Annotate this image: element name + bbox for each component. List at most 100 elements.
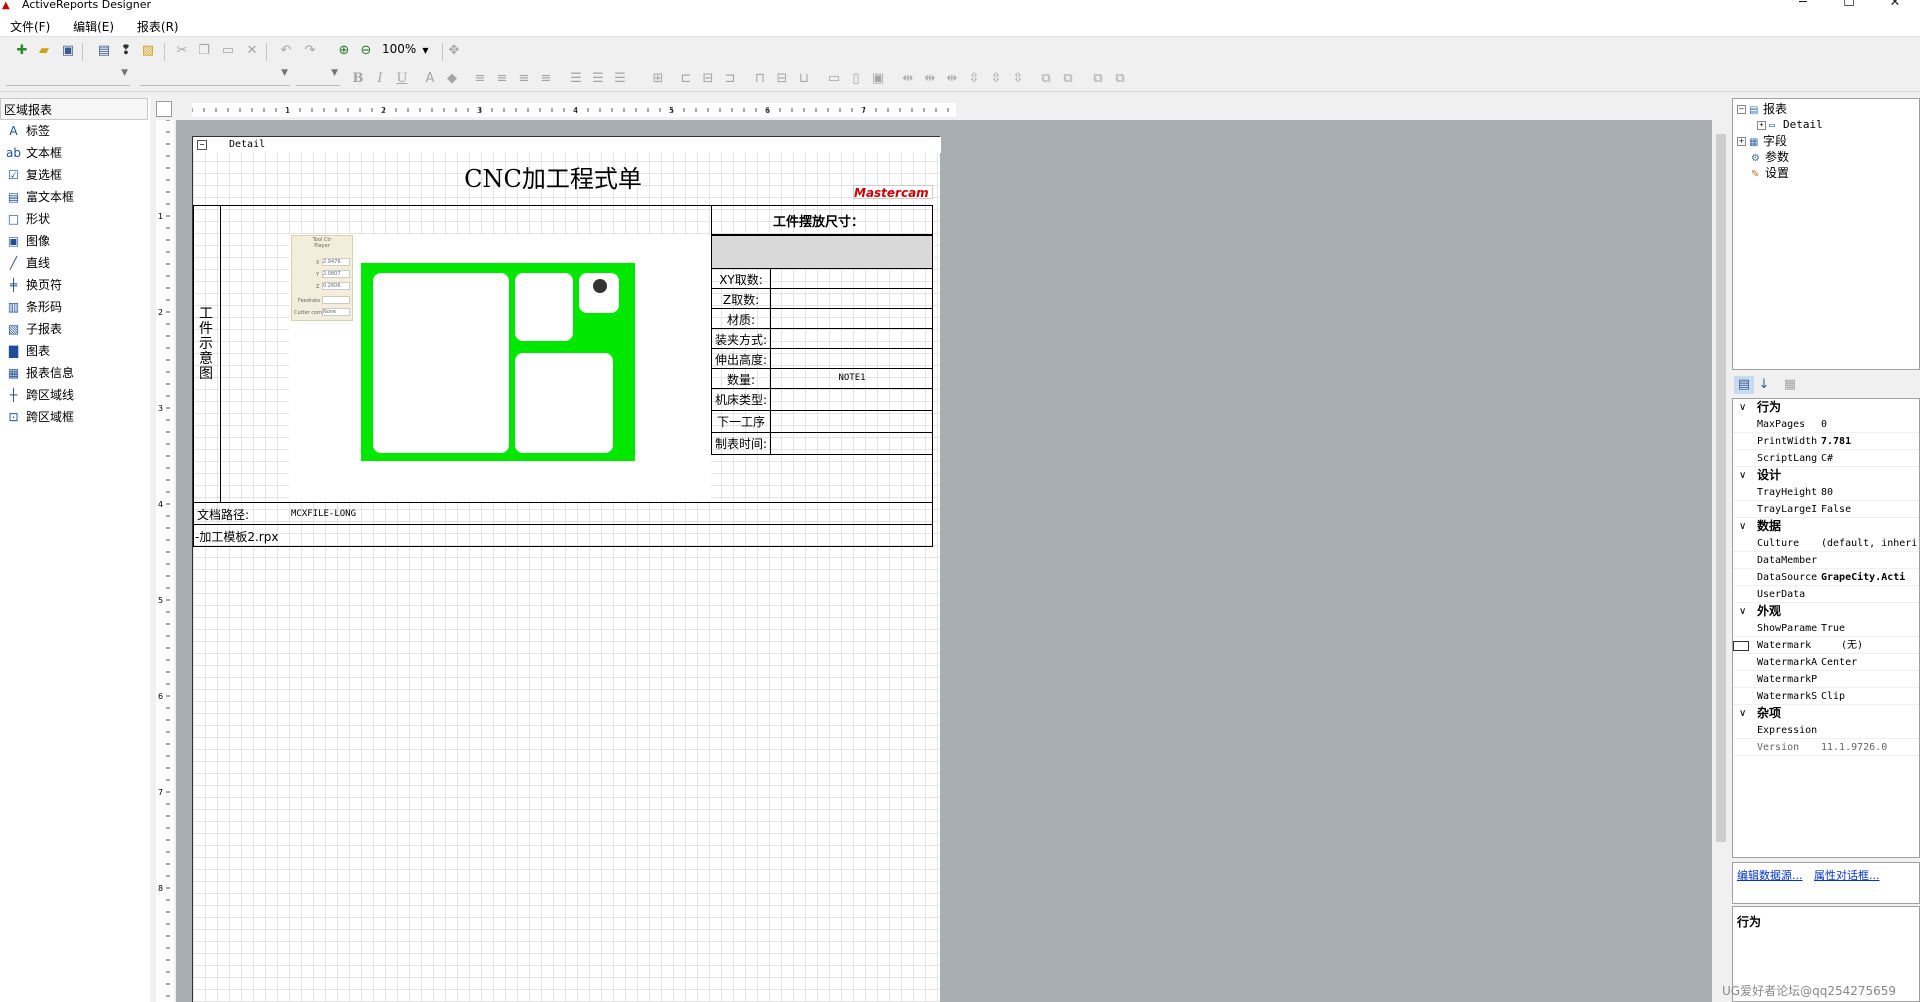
spec-label[interactable]: 机床类型: (712, 391, 770, 408)
tree-report[interactable]: − ▤ 报表 (1737, 101, 1787, 117)
property-category[interactable]: ∨ 设计 (1733, 467, 1919, 484)
toolbox-item[interactable]: ▥ 条形码 (0, 296, 150, 318)
maximize-button[interactable]: ☐ (1826, 0, 1872, 14)
property-value[interactable]: (default, inheri (1821, 535, 1919, 552)
align-bottoms-icon[interactable]: ⊔ (794, 70, 814, 88)
toolbox-item[interactable]: ▣ 图像 (0, 230, 150, 252)
vspace-equal-icon[interactable]: ⇳ (964, 70, 984, 88)
send-backward-icon[interactable]: ⧉ (1110, 70, 1130, 88)
detail-section-header[interactable]: − Detail (193, 137, 941, 153)
undo-icon[interactable]: ↶ (276, 42, 296, 60)
spec-label[interactable]: 数量: (712, 371, 770, 388)
path-label[interactable]: 文档路径: (197, 506, 249, 523)
size-label[interactable]: 工件摆放尺寸： (773, 211, 923, 230)
bring-front-icon[interactable]: ⧉ (1088, 70, 1108, 88)
property-row[interactable]: WatermarkS Clip (1733, 688, 1919, 705)
property-row[interactable]: DataMember (1733, 552, 1919, 569)
spec-label[interactable]: Z取数: (712, 291, 770, 308)
toolbox-header[interactable]: 区域报表 (0, 98, 148, 120)
cut-icon[interactable]: ✂ (172, 42, 192, 60)
property-category[interactable]: ∨ 行为 (1733, 399, 1919, 416)
chevron-down-icon[interactable]: ∨ (1739, 467, 1746, 484)
spec-label[interactable]: 下一工序 (712, 413, 770, 430)
collapse-icon[interactable]: − (1737, 105, 1746, 114)
property-value[interactable]: GrapeCity.Acti (1821, 569, 1919, 586)
property-dialog-link[interactable]: 属性对话框... (1814, 869, 1880, 882)
align-middles-icon[interactable]: ⊟ (772, 70, 792, 88)
tree-settings[interactable]: ✎ 设置 (1751, 165, 1789, 181)
property-value[interactable]: True (1821, 620, 1919, 637)
tree-detail[interactable]: + ▭ Detail (1757, 117, 1823, 133)
toolbox-item[interactable]: ⊡ 跨区域框 (0, 406, 150, 428)
align-lefts-icon[interactable]: ⊏ (676, 70, 696, 88)
chevron-down-icon[interactable]: ∨ (1739, 603, 1746, 620)
delete-icon[interactable]: ✕ (242, 42, 262, 60)
spec-label[interactable]: 材质: (712, 311, 770, 328)
bullets-icon[interactable]: ☰ (566, 70, 586, 88)
property-category[interactable]: ∨ 杂项 (1733, 705, 1919, 722)
toolbox-item[interactable]: ▤ 富文本框 (0, 186, 150, 208)
edit-datasource-link[interactable]: 编辑数据源... (1737, 869, 1803, 882)
quantity-value[interactable]: NOTE1 (772, 373, 932, 383)
snap-grid-icon[interactable]: ✥ (444, 42, 464, 60)
zoom-combo[interactable]: 100% ▼ (382, 42, 428, 56)
zoom-out-icon[interactable]: ⊖ (356, 42, 376, 60)
toolbox-item[interactable]: ☑ 复选框 (0, 164, 150, 186)
toolbox-item[interactable]: ▇ 图表 (0, 340, 150, 362)
report-title[interactable]: CNC加工程式单 (353, 159, 753, 194)
property-value[interactable]: Clip (1821, 688, 1919, 705)
toolbox-item[interactable]: □ 形状 (0, 208, 150, 230)
align-tops-icon[interactable]: ⊓ (750, 70, 770, 88)
font-size-combo[interactable]: ▼ (296, 68, 340, 86)
save-icon[interactable]: ▣ (58, 42, 78, 60)
new-icon[interactable]: ✚ (12, 42, 32, 60)
mastercam-logo[interactable]: Mastercam (853, 185, 933, 200)
copy-icon[interactable]: ❐ (194, 42, 214, 60)
property-row[interactable]: UserData (1733, 586, 1919, 603)
spec-label[interactable]: 装夹方式: (712, 331, 770, 348)
chevron-down-icon[interactable]: ∨ (1739, 399, 1746, 416)
path-value[interactable]: MCXFILE-LONG (291, 509, 356, 519)
send-back-icon[interactable]: ⧉ (1058, 70, 1078, 88)
property-row[interactable]: Version 11.1.9726.0 (1733, 739, 1919, 756)
italic-icon[interactable]: I (370, 70, 390, 88)
size-value-box[interactable] (711, 235, 933, 269)
property-value[interactable]: 11.1.9726.0 (1821, 739, 1919, 756)
property-row[interactable]: ShowParame True (1733, 620, 1919, 637)
vspace-inc-icon[interactable]: ⇳ (986, 70, 1006, 88)
property-value[interactable]: C# (1821, 450, 1919, 467)
align-center-icon[interactable]: ≡ (492, 70, 512, 88)
property-category[interactable]: ∨ 数据 (1733, 518, 1919, 535)
order-icon[interactable]: ⧉ (1036, 70, 1056, 88)
report-page[interactable]: − Detail CNC加工程式单 Mastercam 工 件 示 意 图 To… (192, 136, 941, 1002)
menu-edit[interactable]: 编辑(E) (63, 14, 123, 36)
toolbox-item[interactable]: ╱ 直线 (0, 252, 150, 274)
minimize-button[interactable]: ─ (1780, 0, 1826, 14)
property-row[interactable]: PrintWidth 7.781 (1733, 433, 1919, 450)
font-color-icon[interactable]: A (420, 70, 440, 88)
toolbox-item[interactable]: ▧ 子报表 (0, 318, 150, 340)
zoom-in-icon[interactable]: ⊕ (334, 42, 354, 60)
hspace-dec-icon[interactable]: ⇹ (942, 70, 962, 88)
property-row[interactable]: TrayLargeI False (1733, 501, 1919, 518)
property-value[interactable]: False (1821, 501, 1919, 518)
property-row[interactable]: Culture (default, inheri (1733, 535, 1919, 552)
property-value[interactable]: 7.781 (1821, 433, 1919, 450)
underline-icon[interactable]: U (392, 70, 412, 88)
property-row[interactable]: TrayHeight 80 (1733, 484, 1919, 501)
numbering-icon[interactable]: ☰ (588, 70, 608, 88)
toolbox-item[interactable]: ▦ 报表信息 (0, 362, 150, 384)
property-value[interactable]: (无) (1821, 637, 1919, 654)
scroll-thumb[interactable] (1716, 134, 1726, 842)
report-settings-icon[interactable]: ▤ (94, 42, 114, 60)
explorer-icon[interactable]: ▨ (138, 42, 158, 60)
justify-icon[interactable]: ≡ (536, 70, 556, 88)
spec-label[interactable]: XY取数: (712, 271, 770, 288)
paste-icon[interactable]: ▭ (218, 42, 238, 60)
align-rights-icon[interactable]: ⊐ (720, 70, 740, 88)
categorized-icon[interactable]: ▤ (1734, 376, 1754, 394)
bold-icon[interactable]: B (348, 70, 368, 88)
alphabetical-icon[interactable]: ↓ (1754, 376, 1774, 394)
chevron-down-icon[interactable]: ∨ (1739, 518, 1746, 535)
close-button[interactable]: ✕ (1872, 0, 1918, 14)
